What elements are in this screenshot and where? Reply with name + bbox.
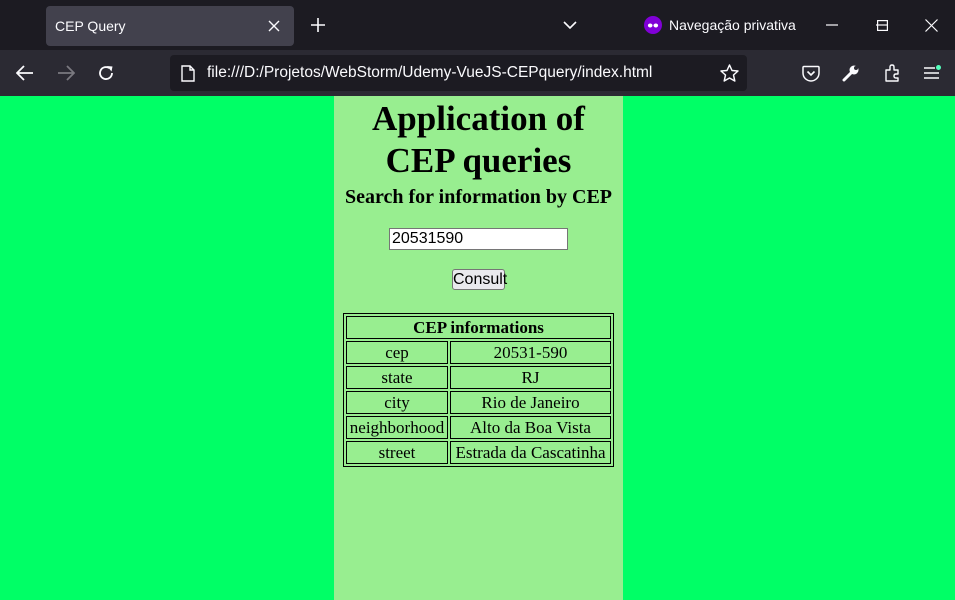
row-value: Rio de Janeiro (450, 391, 611, 414)
window-close-icon[interactable] (907, 0, 955, 50)
tab-cep-query[interactable]: CEP Query (46, 6, 294, 46)
table-row: state RJ (346, 366, 611, 389)
page-title: Application of CEP queries (372, 99, 585, 180)
row-value: 20531-590 (450, 341, 611, 364)
file-icon[interactable] (178, 63, 198, 83)
tab-title: CEP Query (55, 18, 126, 34)
row-label: city (346, 391, 448, 414)
table-row: street Estrada da Cascatinha (346, 441, 611, 464)
app-menu-icon[interactable] (917, 58, 947, 88)
private-mask-icon (644, 16, 662, 34)
cep-input[interactable] (389, 228, 568, 250)
cep-info-table: CEP informations cep 20531-590 state RJ … (343, 313, 614, 467)
window-controls (800, 0, 955, 50)
row-label: neighborhood (346, 416, 448, 439)
back-arrow-icon[interactable] (10, 58, 40, 88)
row-label: state (346, 366, 448, 389)
consult-button[interactable]: Consult (452, 269, 507, 290)
table-header-row: CEP informations (346, 316, 611, 339)
extensions-icon[interactable] (877, 58, 907, 88)
row-label: street (346, 441, 448, 464)
new-tab-icon[interactable] (304, 11, 332, 39)
window-minimize-icon[interactable] (807, 0, 857, 50)
table-row: neighborhood Alto da Boa Vista (346, 416, 611, 439)
address-bar[interactable]: file:///D:/Projetos/WebStorm/Udemy-VueJS… (170, 55, 747, 91)
navigation-bar: file:///D:/Projetos/WebStorm/Udemy-VueJS… (0, 50, 955, 96)
tab-close-icon[interactable] (260, 12, 288, 40)
private-label: Navegação privativa (669, 17, 796, 33)
table-header: CEP informations (346, 316, 611, 339)
table-row: cep 20531-590 (346, 341, 611, 364)
bookmark-star-icon[interactable] (716, 60, 742, 86)
row-label: cep (346, 341, 448, 364)
row-value: Alto da Boa Vista (450, 416, 611, 439)
main-panel: Application of CEP queries Search for in… (334, 96, 623, 600)
table-row: city Rio de Janeiro (346, 391, 611, 414)
pocket-icon[interactable] (796, 58, 826, 88)
wrench-icon[interactable] (836, 58, 866, 88)
url-text: file:///D:/Projetos/WebStorm/Udemy-VueJS… (207, 64, 653, 81)
chevron-down-icon[interactable] (556, 11, 584, 39)
private-browsing-indicator: Navegação privativa (644, 14, 796, 36)
page-subtitle: Search for information by CEP (344, 186, 613, 208)
row-value: RJ (450, 366, 611, 389)
row-value: Estrada da Cascatinha (450, 441, 611, 464)
forward-arrow-icon[interactable] (51, 58, 81, 88)
reload-icon[interactable] (91, 58, 121, 88)
window-maximize-icon[interactable] (857, 0, 907, 50)
